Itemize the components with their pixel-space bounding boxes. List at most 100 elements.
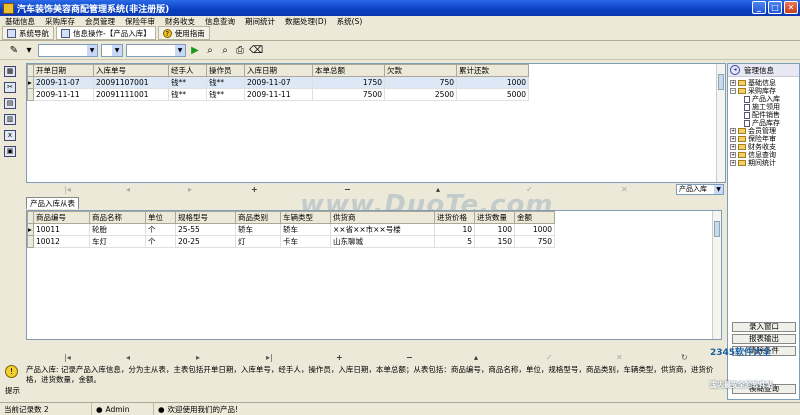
tab-navigation[interactable]: 系统导航 (2, 26, 54, 40)
prev-record-button[interactable]: ◂ (126, 185, 130, 194)
back-icon[interactable]: ◂ (730, 65, 740, 75)
col-category[interactable]: 商品类别 (235, 211, 281, 224)
menu-insurance[interactable]: 保险年审 (120, 16, 160, 27)
prev-record-button[interactable]: ◂ (126, 353, 130, 362)
col-amount[interactable]: 金额 (514, 211, 555, 224)
tree-item-product-inbound[interactable]: 产品入库 (730, 95, 799, 103)
tree-item-statistics[interactable]: + 期间统计 (730, 159, 799, 167)
menu-system[interactable]: 系统(S) (332, 16, 368, 27)
find-icon[interactable]: ⌕ (204, 45, 216, 57)
detail-scrollbar[interactable] (712, 211, 721, 339)
col-inbound-date[interactable]: 入库日期 (244, 64, 313, 77)
folder-icon (738, 80, 746, 86)
menu-purchase-stock[interactable]: 采购库存 (40, 16, 80, 27)
col-handler[interactable]: 经手人 (168, 64, 207, 77)
tree-item-construction-use[interactable]: 施工领用 (730, 103, 799, 111)
calc-icon[interactable]: ▣ (4, 146, 16, 157)
maximize-button[interactable]: □ (768, 1, 782, 14)
table-row[interactable]: ▸ 10011 轮胎 个 25-55 轿车 轿车 ××省××市××号楼 10 1… (27, 223, 555, 236)
col-supplier[interactable]: 供货商 (330, 211, 435, 224)
grid-icon[interactable]: ▦ (4, 66, 16, 77)
tree-item-parts-sales[interactable]: 配件销售 (730, 111, 799, 119)
col-total[interactable]: 本单总额 (312, 64, 385, 77)
col-debt[interactable]: 欠款 (384, 64, 457, 77)
col-product-code[interactable]: 商品编号 (33, 211, 90, 224)
excel-icon[interactable]: x (4, 130, 16, 141)
col-inbound-no[interactable]: 入库单号 (93, 64, 169, 77)
tools-icon[interactable]: ✂ (4, 82, 16, 93)
refresh-button[interactable]: ↻ (681, 353, 688, 362)
detail-navigator: |◂ ◂ ▸ ▸| + − ▴ ✓ ✕ ↻ (26, 352, 688, 362)
menu-member[interactable]: 会员管理 (80, 16, 120, 27)
cancel-record-button[interactable]: ✕ (616, 353, 623, 362)
folder-icon (738, 88, 746, 94)
user-icon: ● (96, 404, 103, 414)
tree-item-product-stock[interactable]: 产品库存 (730, 119, 799, 127)
tree-item-purchase-stock[interactable]: − 采购库存 (730, 87, 799, 95)
run-icon[interactable]: ▶ (189, 45, 201, 57)
tree-item-query[interactable]: + 信息查询 (730, 151, 799, 159)
tree-item-member[interactable]: + 会员管理 (730, 127, 799, 135)
col-order-date[interactable]: 开单日期 (33, 64, 94, 77)
next-record-button[interactable]: ▸ (196, 353, 200, 362)
tree-item-insurance[interactable]: + 保险年审 (730, 135, 799, 143)
menu-statistics[interactable]: 期间统计 (240, 16, 280, 27)
col-operator[interactable]: 操作员 (206, 64, 245, 77)
master-scrollbar[interactable] (716, 64, 725, 182)
col-unit[interactable]: 单位 (145, 211, 176, 224)
table-row[interactable]: ▸ 2009-11-07 20091107001 钱** 钱** 2009-11… (27, 76, 529, 89)
tab-strip: 系统导航 信息操作-【产品入库】 ? 使用指南 (0, 26, 800, 41)
add-record-button[interactable]: + (251, 185, 258, 194)
nav-icon (7, 28, 16, 38)
post-record-button[interactable]: ✓ (526, 185, 533, 194)
book-icon[interactable]: ▤ (4, 98, 16, 109)
operator-combo[interactable]: ▼ (101, 44, 123, 57)
folder-icon (738, 136, 746, 142)
col-repaid[interactable]: 累计还款 (456, 64, 529, 77)
table-row[interactable]: 10012 车灯 个 20-25 灯 卡车 山东聊城 5 150 750 (27, 235, 555, 248)
col-price[interactable]: 进货价格 (434, 211, 475, 224)
field-combo[interactable]: ▼ (38, 44, 98, 57)
cancel-record-button[interactable]: ✕ (621, 185, 628, 194)
pencil-icon[interactable]: ✎ (8, 45, 20, 57)
report-icon[interactable]: ▥ (4, 114, 16, 125)
close-button[interactable]: ✕ (784, 1, 798, 14)
find-next-icon[interactable]: ⌕ (219, 45, 231, 57)
document-icon (744, 111, 750, 119)
value-combo[interactable]: ▼ (126, 44, 186, 57)
menu-data[interactable]: 数据处理(D) (280, 16, 332, 27)
next-record-button[interactable]: ▸ (188, 185, 192, 194)
menu-finance[interactable]: 财务收支 (160, 16, 200, 27)
folder-icon (738, 160, 746, 166)
table-row[interactable]: 2009-11-11 20091111001 钱** 钱** 2009-11-1… (27, 88, 529, 101)
last-record-button[interactable]: ▸| (266, 353, 273, 362)
app-icon (3, 2, 14, 14)
tab-detail-table[interactable]: 产品入库从表 (26, 197, 79, 209)
entry-window-button[interactable]: 录入窗口 (732, 322, 796, 332)
post-record-button[interactable]: ✓ (546, 353, 553, 362)
delete-record-button[interactable]: − (344, 185, 351, 194)
menu-query[interactable]: 信息查询 (200, 16, 240, 27)
tree-item-finance[interactable]: + 财务收支 (730, 143, 799, 151)
delete-record-button[interactable]: − (406, 353, 413, 362)
filter-icon[interactable]: ▾ (23, 45, 35, 57)
status-bar: 当前记录数 2 ● Admin ● 欢迎使用我们的产品! (0, 402, 800, 415)
tab-product-inbound[interactable]: 信息操作-【产品入库】 (56, 26, 156, 40)
add-record-button[interactable]: + (336, 353, 343, 362)
edit-record-button[interactable]: ▴ (436, 185, 440, 194)
detail-selector[interactable]: 产品入库 ▼ (676, 184, 724, 195)
edit-record-button[interactable]: ▴ (474, 353, 478, 362)
minimize-button[interactable]: _ (752, 1, 766, 14)
tab-guide[interactable]: ? 使用指南 (157, 26, 210, 40)
clear-icon[interactable]: ⌫ (249, 45, 263, 57)
col-quantity[interactable]: 进货数量 (474, 211, 515, 224)
first-record-button[interactable]: |◂ (64, 353, 71, 362)
col-spec[interactable]: 规格型号 (175, 211, 236, 224)
report-output-button[interactable]: 报表输出 (732, 334, 796, 344)
first-record-button[interactable]: |◂ (64, 185, 71, 194)
tree-item-base-info[interactable]: + 基础信息 (730, 79, 799, 87)
menu-base-info[interactable]: 基础信息 (0, 16, 40, 27)
col-vehicle-type[interactable]: 车辆类型 (280, 211, 331, 224)
col-product-name[interactable]: 商品名称 (89, 211, 146, 224)
print-icon[interactable]: ⎙ (234, 45, 246, 57)
